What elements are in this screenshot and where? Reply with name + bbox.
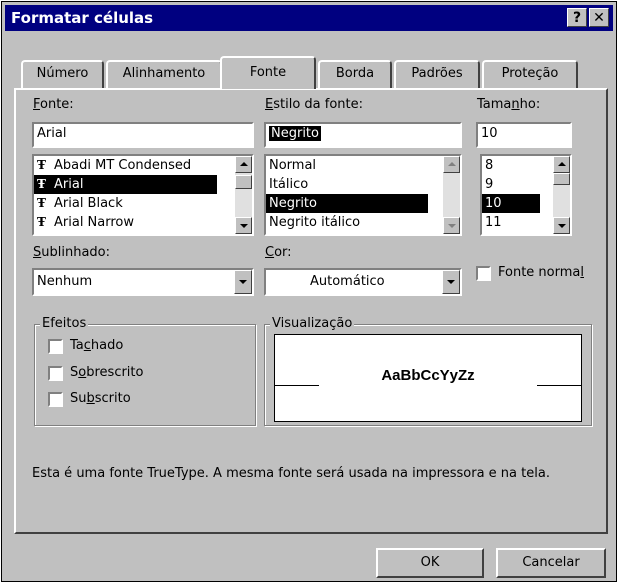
cancel-button[interactable]: Cancelar [496,548,606,578]
size-list[interactable]: 8 9 10 11 [480,154,572,236]
list-item[interactable]: Normal [266,156,316,175]
font-description: Esta é uma fonte TrueType. A mesma fonte… [32,466,550,481]
list-item[interactable]: 8 [482,156,493,175]
dialog-title: Formatar células [11,9,154,27]
chevron-down-icon[interactable] [234,270,252,294]
scroll-thumb[interactable] [553,173,570,185]
style-list[interactable]: Normal Itálico Negrito Negrito itálico [264,154,462,236]
list-item[interactable]: Ŧ Arial Black [34,194,123,213]
size-input[interactable]: 10 [476,122,572,148]
font-list-scrollbar[interactable] [235,156,252,234]
truetype-icon: Ŧ [37,196,46,210]
scroll-up-arrow-icon[interactable] [235,156,252,173]
superscript-label[interactable]: Sobrescrito [70,365,143,380]
scroll-up-arrow-icon[interactable] [443,156,460,173]
strikethrough-label[interactable]: Tachado [70,338,123,353]
style-label: Estilo da fonte: [265,97,363,112]
preview-sample: AaBbCcYyZz [381,367,475,384]
underline-value: Nenhum [37,274,93,289]
underline-dropdown[interactable]: Nenhum [32,268,254,296]
style-input[interactable]: Negrito [264,122,462,148]
chevron-down-icon[interactable] [442,270,460,294]
list-item-selected[interactable]: Ŧ Arial [34,175,217,194]
tab-borda[interactable]: Borda [318,60,392,88]
list-item[interactable]: Negrito itálico [266,213,360,232]
list-item-selected[interactable]: Negrito [266,194,428,213]
size-label: Tamanho: [477,97,541,112]
style-list-scrollbar[interactable] [443,156,460,234]
preview-box: AaBbCcYyZz [274,334,582,422]
subscript-checkbox[interactable] [48,392,63,407]
truetype-icon: Ŧ [37,177,46,191]
baseline-right [537,385,581,386]
color-dropdown[interactable]: Automático [264,268,462,296]
tab-alinhamento[interactable]: Alinhamento [106,60,222,88]
font-label: Fonte: [33,97,74,112]
ok-button[interactable]: OK [376,548,484,578]
list-item[interactable]: Itálico [266,175,308,194]
strikethrough-checkbox[interactable] [48,339,63,354]
list-item[interactable]: Ŧ Arial Narrow [34,213,134,232]
scroll-thumb[interactable] [235,175,252,189]
scroll-up-arrow-icon[interactable] [553,156,570,173]
close-button[interactable]: ✕ [589,8,609,27]
tab-padroes[interactable]: Padrões [394,60,480,88]
size-list-scrollbar[interactable] [553,156,570,234]
list-item[interactable]: Ŧ Abadi MT Condensed [34,156,191,175]
subscript-label[interactable]: Subscrito [70,391,131,406]
normal-font-checkbox[interactable] [476,266,491,281]
tab-protecao[interactable]: Proteção [482,60,578,88]
normal-font-label[interactable]: Fonte normal [498,265,584,280]
color-label: Cor: [265,245,292,260]
size-input-value: 10 [481,126,498,141]
color-value: Automático [310,274,385,289]
font-list[interactable]: Ŧ Abadi MT Condensed Ŧ Arial Ŧ Arial Black … [32,154,254,236]
preview-title: Visualização [270,316,355,331]
title-bar[interactable]: Formatar células ? ✕ [5,5,613,31]
effects-group [34,324,256,426]
tab-fonte[interactable]: Fonte [220,56,316,89]
underline-label: Sublinhado: [33,245,111,260]
format-cells-dialog: Formatar células ? ✕ Número Alinhamento … [1,1,617,582]
style-input-value: Negrito [269,126,321,141]
list-item-selected[interactable]: 10 [482,194,540,213]
scroll-down-arrow-icon[interactable] [443,217,460,234]
tab-numero[interactable]: Número [21,60,104,88]
scroll-down-arrow-icon[interactable] [553,217,570,234]
font-input-value: Arial [37,126,67,141]
help-button[interactable]: ? [567,8,587,27]
truetype-icon: Ŧ [37,215,46,229]
list-item[interactable]: 11 [482,213,502,232]
truetype-icon: Ŧ [37,158,46,172]
font-input[interactable]: Arial [32,122,254,148]
baseline-left [275,385,319,386]
effects-title: Efeitos [40,316,89,331]
superscript-checkbox[interactable] [48,366,63,381]
list-item[interactable]: 9 [482,175,493,194]
scroll-down-arrow-icon[interactable] [235,217,252,234]
